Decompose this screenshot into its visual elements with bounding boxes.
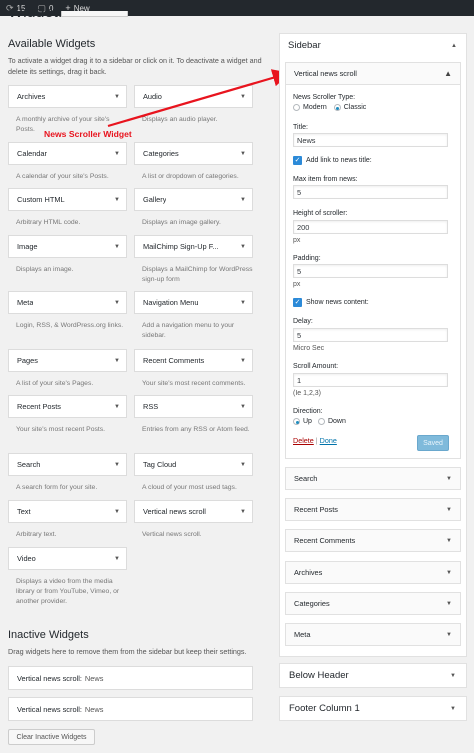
sidebar-title: Sidebar [288, 40, 321, 51]
sidebar-widget[interactable]: Search ▼ [285, 467, 461, 490]
add-link-label: Add link to news title: [306, 157, 372, 164]
sidebar-widget[interactable]: Meta ▼ [285, 623, 461, 646]
radio-down-label: Down [327, 418, 346, 425]
delay-label: Delay: [293, 318, 313, 325]
sidebar-widget-title: Meta [294, 630, 311, 639]
height-unit: px [293, 237, 301, 244]
caret-down-icon[interactable]: ▼ [446, 476, 452, 482]
caret-down-icon[interactable]: ▼ [450, 673, 456, 679]
inactive-widget-sub: News [84, 704, 104, 714]
max-items-input[interactable]: 5 [293, 185, 448, 199]
below-header-title: Below Header [289, 670, 349, 681]
save-button[interactable]: Saved [417, 435, 449, 451]
sidebar-widget[interactable]: Archives ▼ [285, 561, 461, 584]
height-input[interactable]: 200 [293, 220, 448, 234]
caret-down-icon[interactable]: ▼ [450, 706, 456, 712]
caret-down-icon[interactable]: ▼ [446, 601, 452, 607]
title-label: Title: [293, 124, 308, 131]
show-content-checkbox[interactable]: ✓ [293, 298, 302, 307]
delete-link[interactable]: Delete [293, 436, 314, 445]
clear-inactive-widgets-button[interactable]: Clear Inactive Widgets [8, 729, 95, 745]
radio-classic[interactable] [333, 104, 341, 111]
scroller-type-radios: Modern Classic [293, 104, 366, 111]
open-widget-header[interactable]: Vertical news scroll ▲ [286, 63, 460, 85]
caret-down-icon[interactable]: ▼ [446, 507, 452, 513]
inactive-widget[interactable]: Vertical news scroll: News [8, 666, 253, 690]
inactive-widgets-heading: Inactive Widgets [8, 629, 89, 641]
max-items-label: Max item from news: [293, 176, 358, 183]
radio-modern-label: Modern [303, 104, 327, 111]
height-label: Height of scroller: [293, 210, 348, 217]
scroll-amount-hint: (Ie 1,2,3) [293, 390, 322, 397]
sidebar-widget-title: Recent Posts [294, 505, 338, 514]
padding-unit: px [293, 281, 301, 288]
widget-control-links: Delete | Done [293, 436, 337, 445]
caret-down-icon[interactable]: ▼ [446, 538, 452, 544]
link-separator: | [315, 436, 318, 445]
delay-unit: Micro Sec [293, 345, 325, 352]
radio-modern[interactable] [293, 104, 300, 111]
scroll-amount-input[interactable]: 1 [293, 373, 448, 387]
caret-up-icon[interactable]: ▲ [444, 69, 452, 78]
direction-label: Direction: [293, 408, 323, 415]
caret-down-icon[interactable]: ▼ [446, 570, 452, 576]
direction-radios: Up Down [293, 418, 346, 425]
inactive-widget-title: Vertical news scroll: [17, 673, 82, 683]
inactive-widget-title: Vertical news scroll: [17, 704, 82, 714]
show-content-label: Show news content: [306, 299, 369, 306]
padding-input[interactable]: 5 [293, 264, 448, 278]
below-header-area[interactable]: Below Header ▼ [279, 663, 467, 688]
scroll-amount-label: Scroll Amount: [293, 363, 339, 370]
sidebar-widget-title: Search [294, 474, 318, 483]
done-link[interactable]: Done [320, 436, 337, 445]
inactive-widget[interactable]: Vertical news scroll: News [8, 697, 253, 721]
open-widget-title: Vertical news scroll [294, 69, 357, 78]
caret-down-icon[interactable]: ▼ [446, 632, 452, 638]
radio-down[interactable] [317, 418, 325, 425]
sidebar-widget-title: Categories [294, 599, 330, 608]
sidebar-widget[interactable]: Recent Comments ▼ [285, 529, 461, 552]
title-input[interactable]: News [293, 133, 448, 147]
inactive-widget-sub: News [84, 673, 104, 683]
inactive-widgets-description: Drag widgets here to remove them from th… [8, 647, 247, 656]
sidebar-widget-title: Archives [294, 568, 323, 577]
sidebar-widget[interactable]: Recent Posts ▼ [285, 498, 461, 521]
radio-up[interactable] [293, 418, 300, 425]
sidebar-widget-title: Recent Comments [294, 536, 356, 545]
caret-up-icon[interactable]: ▲ [451, 43, 457, 49]
footer-column-1-area[interactable]: Footer Column 1 ▼ [279, 696, 467, 721]
sidebar-widget[interactable]: Categories ▼ [285, 592, 461, 615]
radio-classic-label: Classic [343, 104, 367, 111]
scroller-type-label: News Scroller Type: [293, 94, 356, 101]
radio-up-label: Up [303, 418, 312, 425]
add-link-checkbox[interactable]: ✓ [293, 156, 302, 165]
padding-label: Padding: [293, 255, 321, 262]
annotation-label: News Scroller Widget [44, 129, 132, 139]
sidebar-header[interactable]: Sidebar ▲ [288, 40, 461, 51]
footer-column-1-title: Footer Column 1 [289, 703, 360, 714]
delay-input[interactable]: 5 [293, 328, 448, 342]
